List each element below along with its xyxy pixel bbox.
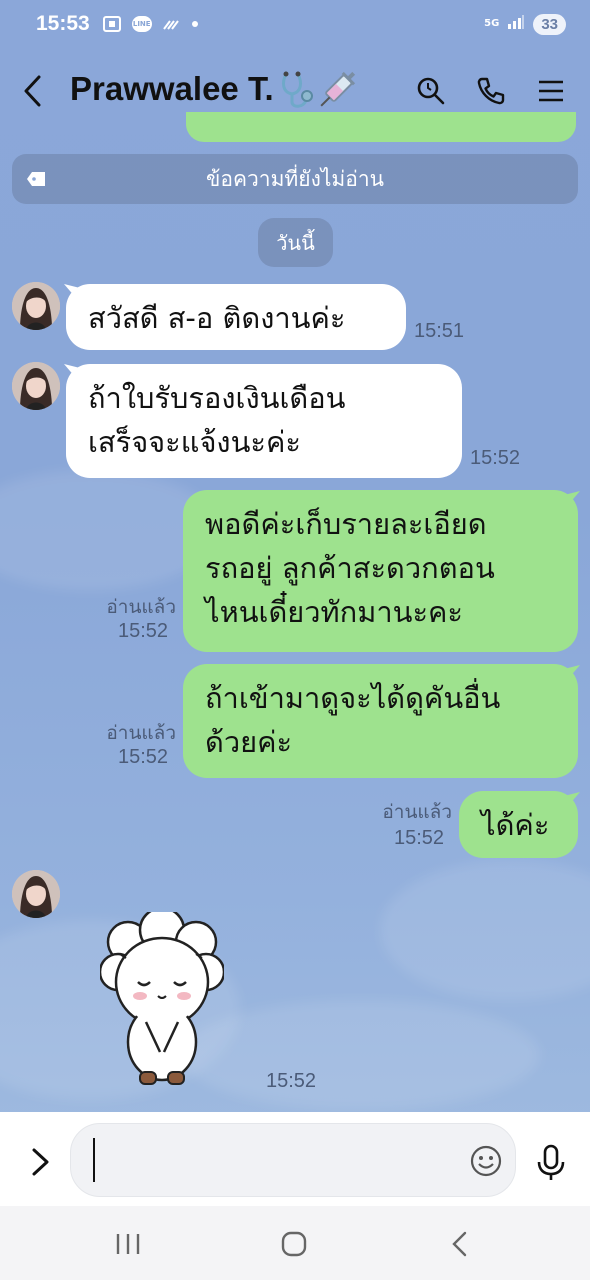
screenshot-icon	[102, 16, 122, 32]
microphone-icon[interactable]	[534, 1144, 568, 1182]
tag-icon	[27, 172, 45, 186]
system-navigation-bar	[0, 1206, 590, 1280]
chat-screen: 15:53 LINE 5G 33 Prawwalee T. ข้อความที่…	[0, 0, 590, 1280]
message-time: 15:52	[118, 620, 169, 642]
message-line: รถอยู่ ลูกค้าสะดวกตอน	[205, 551, 495, 585]
message-line: ไหนเดี๋ยวทักมานะคะ	[205, 595, 463, 629]
bubble-tail	[564, 665, 580, 679]
unread-banner-text: ข้อความที่ยังไม่อ่าน	[205, 166, 384, 191]
syringe-icon	[320, 72, 355, 107]
avatar[interactable]	[12, 362, 60, 410]
chevron-left-icon	[24, 75, 41, 107]
message-text-field[interactable]	[93, 1138, 453, 1184]
signal-strike-icon	[162, 16, 182, 32]
bubble-tail	[564, 792, 580, 806]
message-line: ถ้าเข้ามาดูจะได้ดูคันอื่น	[205, 681, 501, 715]
message-text: สวัสดี ส-อ ติดงานค่ะ	[88, 301, 346, 335]
back-button[interactable]	[22, 66, 62, 116]
system-back-button[interactable]	[440, 1226, 480, 1262]
incoming-message-bubble[interactable]: ถ้าใบรับรองเงินเดือน เสร็จจะแจ้งนะค่ะ	[66, 364, 462, 478]
background-cloud	[180, 1000, 540, 1110]
chevron-right-icon[interactable]	[28, 1147, 54, 1177]
message-input[interactable]	[70, 1123, 516, 1197]
contact-avatar-image	[12, 362, 60, 410]
emoji-icon[interactable]	[469, 1144, 503, 1178]
outgoing-message-bubble[interactable]: ได้ค่ะ	[459, 791, 578, 858]
previous-message-bubble	[186, 112, 576, 142]
search-icon	[417, 77, 445, 105]
message-line: ถ้าใบรับรองเงินเดือน	[88, 381, 346, 415]
phone-icon	[477, 77, 505, 105]
contact-name: Prawwalee T.	[70, 69, 274, 107]
avatar[interactable]	[12, 870, 60, 918]
message-time: 15:52	[470, 447, 521, 469]
read-receipt: อ่านแล้ว	[106, 722, 176, 744]
network-type: 5G	[484, 18, 500, 29]
message-time: 15:51	[414, 320, 465, 342]
back-icon	[452, 1231, 467, 1257]
chat-title[interactable]: Prawwalee T.	[70, 70, 356, 112]
text-cursor	[93, 1138, 95, 1182]
outgoing-message-bubble[interactable]: พอดีค่ะเก็บรายละเอียด รถอยู่ ลูกค้าสะดวก…	[183, 490, 578, 652]
white-lamb-bow-sticker[interactable]	[100, 912, 224, 1092]
outgoing-message-bubble[interactable]: ถ้าเข้ามาดูจะได้ดูคันอื่น ด้วยค่ะ	[183, 664, 578, 778]
message-line: ด้วยค่ะ	[205, 725, 293, 759]
home-button[interactable]	[274, 1226, 314, 1262]
search-button[interactable]	[414, 74, 448, 108]
recent-apps-icon	[116, 1234, 140, 1254]
read-receipt: อ่านแล้ว	[382, 801, 452, 823]
incoming-message-bubble[interactable]: สวัสดี ส-อ ติดงานค่ะ	[66, 284, 406, 350]
message-time: 15:52	[266, 1070, 317, 1092]
stethoscope-icon	[281, 71, 313, 108]
signal-bars-icon	[507, 14, 525, 34]
call-button[interactable]	[474, 74, 508, 108]
unread-messages-banner[interactable]: ข้อความที่ยังไม่อ่าน	[12, 154, 578, 204]
battery-indicator: 33	[533, 13, 566, 35]
date-divider: วันนี้	[258, 218, 333, 267]
notification-dot-icon	[191, 21, 198, 27]
message-line: พอดีค่ะเก็บรายละเอียด	[205, 507, 487, 541]
line-app-icon: LINE	[131, 16, 152, 32]
contact-avatar-image	[12, 870, 60, 918]
contact-avatar-image	[12, 282, 60, 330]
menu-icon	[539, 80, 563, 102]
recent-apps-button[interactable]	[108, 1226, 148, 1262]
bubble-tail	[564, 491, 580, 505]
read-receipt: อ่านแล้ว	[106, 596, 176, 618]
message-time: 15:52	[394, 827, 445, 849]
status-time: 15:53	[36, 12, 90, 35]
home-icon	[281, 1231, 307, 1257]
status-bar: 15:53 LINE 5G 33	[0, 0, 590, 48]
background-cloud	[380, 860, 590, 1000]
message-line: เสร็จจะแจ้งนะค่ะ	[88, 425, 301, 459]
message-input-bar	[0, 1112, 590, 1206]
message-text: ได้ค่ะ	[481, 808, 550, 842]
menu-button[interactable]	[534, 74, 568, 108]
message-time: 15:52	[118, 746, 169, 768]
avatar[interactable]	[12, 282, 60, 330]
